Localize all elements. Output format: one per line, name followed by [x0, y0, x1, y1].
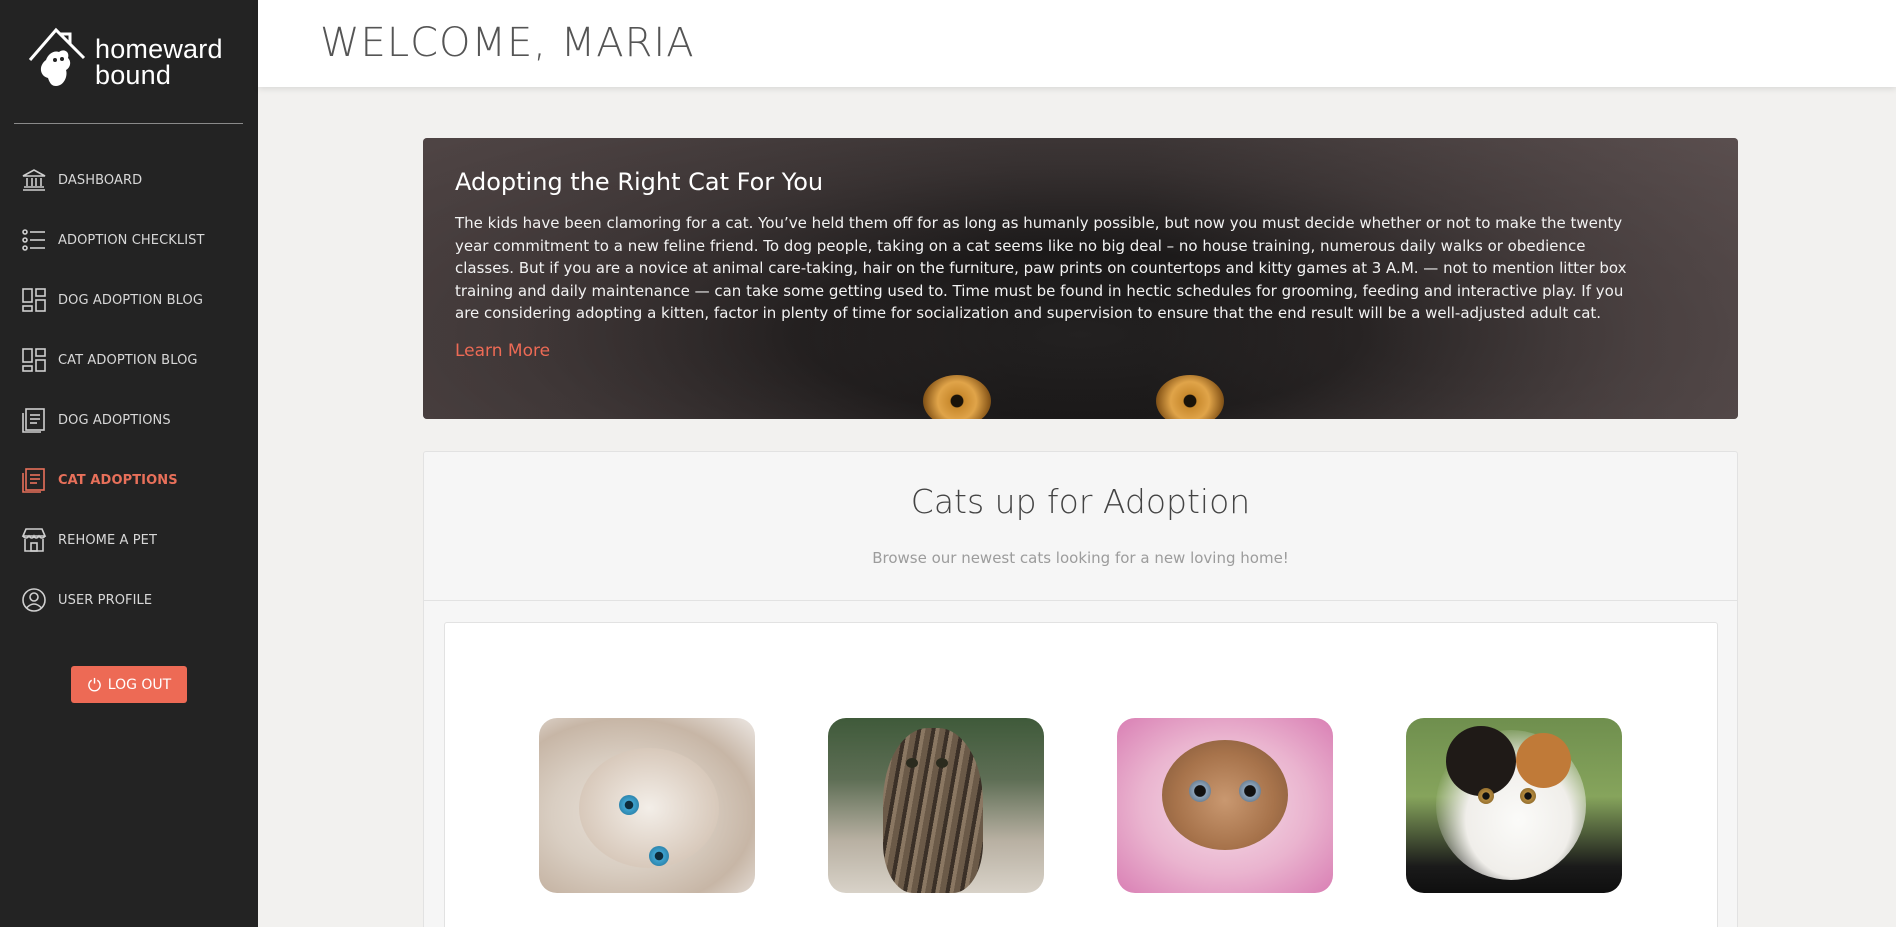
sidebar-item-dog-adoptions[interactable]: DOG ADOPTIONS	[0, 390, 258, 450]
sidebar-item-cat-adoption-blog[interactable]: CAT ADOPTION BLOG	[0, 330, 258, 390]
cat-photo-card[interactable]	[828, 718, 1044, 893]
sidebar-item-label: DOG ADOPTIONS	[58, 412, 171, 428]
sidebar-item-label: USER PROFILE	[58, 592, 153, 608]
sidebar-item-label: ADOPTION CHECKLIST	[58, 232, 205, 248]
sidebar-item-label: CAT ADOPTION BLOG	[58, 352, 198, 368]
sidebar-item-adoption-checklist[interactable]: ADOPTION CHECKLIST	[0, 210, 258, 270]
dashboard-grid-icon	[20, 346, 48, 374]
cat-photo-card[interactable]	[1406, 718, 1622, 893]
sidebar: homeward bound DASHBOARD ADOPTION CHECKL…	[0, 0, 258, 927]
brand-name: homeward bound	[95, 34, 223, 90]
power-icon	[87, 677, 101, 692]
cat-card-list	[444, 622, 1718, 927]
sidebar-item-dashboard[interactable]: DASHBOARD	[0, 150, 258, 210]
adoption-panel-header: Cats up for Adoption Browse our newest c…	[424, 452, 1737, 601]
dashboard-grid-icon	[20, 286, 48, 314]
adoption-title: Cats up for Adoption	[910, 482, 1251, 521]
hero-content: Adopting the Right Cat For You The kids …	[455, 168, 1645, 361]
adoption-subtitle: Browse our newest cats looking for a new…	[872, 549, 1289, 567]
sidebar-nav: DASHBOARD ADOPTION CHECKLIST DOG ADOPTIO…	[0, 150, 258, 630]
cat-eye-decoration	[1156, 375, 1224, 419]
document-icon	[20, 406, 48, 434]
cat-eye-decoration	[923, 375, 991, 419]
hero-banner: Adopting the Right Cat For You The kids …	[423, 138, 1738, 419]
document-icon	[20, 466, 48, 494]
sidebar-item-user-profile[interactable]: USER PROFILE	[0, 570, 258, 630]
cat-photo-card[interactable]	[539, 718, 755, 893]
hero-body: The kids have been clamoring for a cat. …	[455, 214, 1627, 322]
logout-label: LOG OUT	[107, 676, 172, 693]
store-icon	[20, 526, 48, 554]
hero-title: Adopting the Right Cat For You	[455, 168, 824, 196]
list-icon	[20, 226, 48, 254]
cat-photo-card[interactable]	[1117, 718, 1333, 893]
brand-logo[interactable]: homeward bound	[26, 26, 236, 96]
logout-button[interactable]: LOG OUT	[71, 666, 187, 703]
sidebar-item-label: DOG ADOPTION BLOG	[58, 292, 203, 308]
bank-icon	[20, 166, 48, 194]
sidebar-item-label: REHOME A PET	[58, 532, 158, 548]
top-header: WELCOME, MARIA	[258, 0, 1896, 87]
sidebar-item-cat-adoptions[interactable]: CAT ADOPTIONS	[0, 450, 258, 510]
sidebar-item-dog-adoption-blog[interactable]: DOG ADOPTION BLOG	[0, 270, 258, 330]
sidebar-divider	[14, 123, 243, 124]
adoption-panel: Cats up for Adoption Browse our newest c…	[423, 451, 1738, 927]
learn-more-link[interactable]: Learn More	[455, 341, 550, 361]
user-circle-icon	[20, 586, 48, 614]
house-dog-logo-icon	[28, 27, 86, 86]
sidebar-item-label: CAT ADOPTIONS	[58, 472, 178, 488]
sidebar-item-rehome-a-pet[interactable]: REHOME A PET	[0, 510, 258, 570]
sidebar-item-label: DASHBOARD	[58, 172, 143, 188]
page-title: WELCOME, MARIA	[320, 20, 695, 66]
